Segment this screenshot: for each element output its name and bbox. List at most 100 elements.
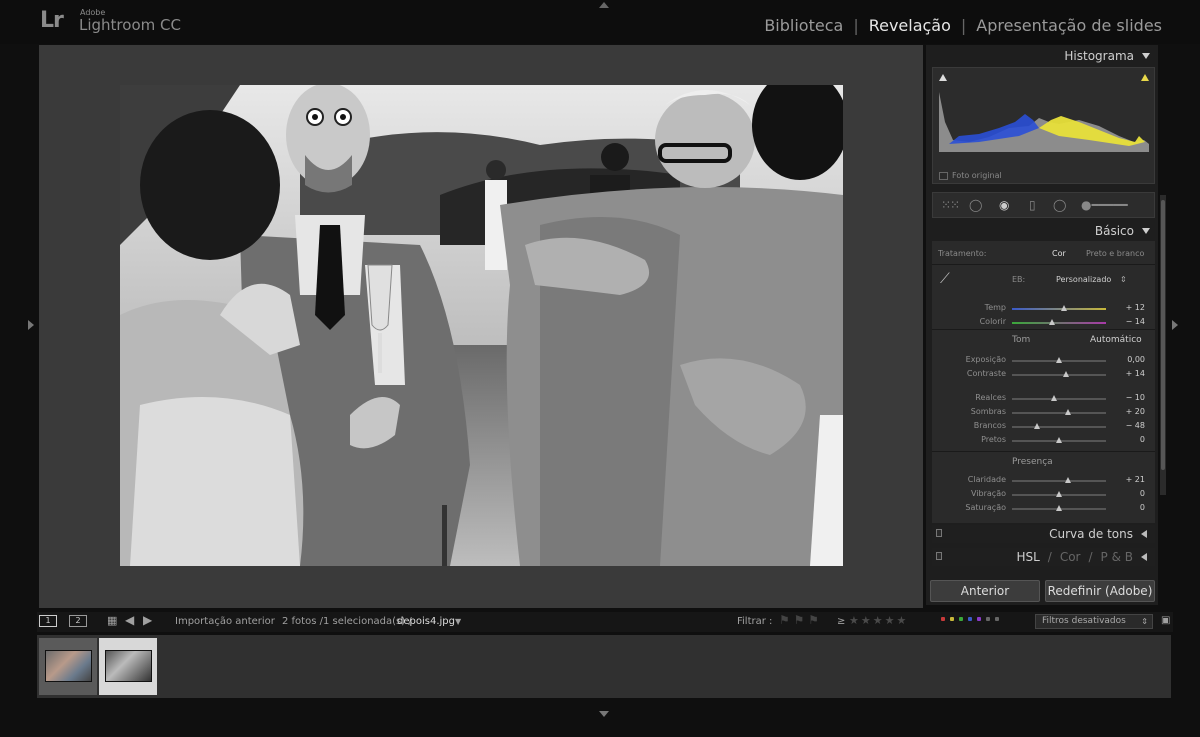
tone-auto-button[interactable]: Automático bbox=[1090, 335, 1142, 345]
slider-thumb[interactable] bbox=[1065, 477, 1072, 483]
selected-filename[interactable]: depois4.jpg bbox=[397, 616, 455, 627]
slider-track[interactable] bbox=[1012, 371, 1106, 377]
original-photo-checkbox[interactable] bbox=[939, 171, 948, 180]
slider-value[interactable]: − 48 bbox=[1105, 421, 1145, 430]
previous-photo-icon[interactable]: ◀ bbox=[125, 613, 134, 627]
panel-switch-icon[interactable] bbox=[936, 529, 942, 537]
bw-tab[interactable]: P & B bbox=[1101, 550, 1133, 564]
slider-value[interactable]: + 14 bbox=[1105, 369, 1145, 378]
filter-dropdown-icon: ⇕ bbox=[1141, 617, 1148, 626]
shadow-clipping-icon[interactable] bbox=[939, 74, 947, 81]
right-panel: Histograma Foto original ⁙⁙ ◯ ◉ ▯ ◯ ●━━━… bbox=[926, 45, 1158, 605]
red-label-icon[interactable] bbox=[941, 617, 945, 621]
slider-thumb[interactable] bbox=[1049, 319, 1056, 325]
module-slideshow[interactable]: Apresentação de slides bbox=[976, 16, 1162, 35]
filmstrip-thumbnail[interactable] bbox=[39, 638, 97, 695]
slider-value[interactable]: + 20 bbox=[1105, 407, 1145, 416]
slider-value[interactable]: − 10 bbox=[1105, 393, 1145, 402]
basic-header[interactable]: Básico bbox=[1095, 224, 1150, 238]
eyedropper-icon[interactable]: ⟋ bbox=[940, 271, 950, 287]
expand-left-panel-icon[interactable] bbox=[28, 320, 34, 330]
tone-curve-panel[interactable]: Curva de tons bbox=[932, 525, 1155, 543]
next-photo-icon[interactable]: ▶ bbox=[143, 613, 152, 627]
slider-track[interactable] bbox=[1012, 491, 1106, 497]
highlight-clipping-icon[interactable] bbox=[1141, 74, 1149, 81]
module-develop[interactable]: Revelação bbox=[869, 16, 951, 35]
flag-filter-icons[interactable]: ⚑ ⚑ ⚑ bbox=[779, 613, 819, 627]
slider-thumb[interactable] bbox=[1056, 357, 1062, 363]
slider-track[interactable] bbox=[1012, 409, 1106, 415]
slider-value[interactable]: 0 bbox=[1105, 489, 1145, 498]
slider-label: Brancos bbox=[973, 421, 1006, 430]
hsl-tab[interactable]: HSL bbox=[1016, 550, 1039, 564]
grid-view-icon[interactable]: ▦ bbox=[107, 614, 117, 627]
module-library[interactable]: Biblioteca bbox=[764, 16, 843, 35]
tool-strip: ⁙⁙ ◯ ◉ ▯ ◯ ●━━━━━ bbox=[932, 192, 1155, 218]
purple-label-icon[interactable] bbox=[977, 617, 981, 621]
color-tab[interactable]: Cor bbox=[1060, 550, 1081, 564]
wb-select[interactable]: Personalizado bbox=[1056, 275, 1111, 284]
slider-track[interactable] bbox=[1012, 319, 1106, 325]
right-panel-scroll-thumb[interactable] bbox=[1161, 200, 1165, 470]
slider-track[interactable] bbox=[1012, 505, 1106, 511]
panel-switch-icon[interactable] bbox=[936, 552, 942, 560]
other-label-icon[interactable] bbox=[995, 617, 999, 621]
treatment-bw-option[interactable]: Preto e branco bbox=[1086, 249, 1144, 258]
collapse-filmstrip-icon[interactable] bbox=[599, 711, 609, 717]
spot-removal-icon[interactable]: ◯ bbox=[969, 198, 982, 212]
slider-value[interactable]: 0 bbox=[1105, 435, 1145, 444]
edited-photo[interactable] bbox=[120, 85, 843, 566]
filename-dropdown-icon[interactable]: ▼ bbox=[455, 617, 461, 626]
collapse-right-panel-icon[interactable] bbox=[1172, 320, 1178, 330]
red-eye-icon[interactable]: ◉ bbox=[999, 198, 1009, 212]
no-label-icon[interactable] bbox=[986, 617, 990, 621]
blue-label-icon[interactable] bbox=[968, 617, 972, 621]
previous-button[interactable]: Anterior bbox=[930, 580, 1040, 602]
slider-track[interactable] bbox=[1012, 437, 1106, 443]
histogram-header[interactable]: Histograma bbox=[1064, 49, 1150, 63]
histogram-graph bbox=[939, 92, 1149, 152]
slider-track[interactable] bbox=[1012, 305, 1106, 311]
slider-value[interactable]: + 21 bbox=[1105, 475, 1145, 484]
slider-value[interactable]: 0 bbox=[1105, 503, 1145, 512]
treatment-color-option[interactable]: Cor bbox=[1052, 249, 1066, 258]
hsl-panel[interactable]: HSL / Cor / P & B bbox=[932, 548, 1155, 566]
filmstrip-source[interactable]: Importação anterior bbox=[175, 616, 275, 627]
photo-canvas[interactable] bbox=[39, 45, 923, 608]
slider-value[interactable]: 0,00 bbox=[1105, 355, 1145, 364]
slider-track[interactable] bbox=[1012, 395, 1106, 401]
slider-thumb[interactable] bbox=[1056, 491, 1062, 497]
original-photo-toggle[interactable]: Foto original bbox=[939, 171, 1002, 180]
secondary-window-button[interactable]: 2 bbox=[69, 615, 87, 627]
histogram[interactable]: Foto original bbox=[932, 67, 1155, 184]
crop-overlay-icon[interactable]: ⁙⁙ bbox=[941, 198, 960, 212]
rating-stars[interactable]: ★★★★★ bbox=[849, 614, 908, 627]
radial-filter-icon[interactable]: ◯ bbox=[1053, 198, 1066, 212]
graduated-filter-icon[interactable]: ▯ bbox=[1029, 198, 1036, 212]
slider-thumb[interactable] bbox=[1034, 423, 1041, 429]
slider-track[interactable] bbox=[1012, 477, 1106, 483]
slider-value[interactable]: + 12 bbox=[1105, 303, 1145, 312]
tab-separator: / bbox=[1047, 550, 1052, 564]
slider-thumb[interactable] bbox=[1062, 371, 1069, 377]
reset-button[interactable]: Redefinir (Adobe) bbox=[1045, 580, 1155, 602]
slider-thumb[interactable] bbox=[1051, 395, 1058, 401]
green-label-icon[interactable] bbox=[959, 617, 963, 621]
slider-thumb[interactable] bbox=[1056, 505, 1062, 511]
slider-thumb[interactable] bbox=[1060, 305, 1067, 311]
filmstrip-thumbnail-selected[interactable] bbox=[99, 638, 157, 695]
slider-value[interactable]: − 14 bbox=[1105, 317, 1145, 326]
slider-thumb[interactable] bbox=[1065, 409, 1072, 415]
slider-thumb[interactable] bbox=[1056, 437, 1062, 443]
collapse-top-panel-icon[interactable] bbox=[599, 2, 609, 8]
main-window-button[interactable]: 1 bbox=[39, 615, 57, 627]
wb-dropdown-icon[interactable]: ⇕ bbox=[1120, 275, 1127, 284]
color-label-filter[interactable] bbox=[941, 617, 999, 621]
slider-track[interactable] bbox=[1012, 357, 1106, 363]
filter-lock-icon[interactable]: ▣ bbox=[1161, 615, 1170, 626]
adjustment-brush-icon[interactable]: ●━━━━━ bbox=[1081, 198, 1128, 212]
rating-operator[interactable]: ≥ bbox=[837, 616, 845, 627]
yellow-label-icon[interactable] bbox=[950, 617, 954, 621]
filter-preset-select[interactable]: Filtros desativados ⇕ bbox=[1035, 614, 1153, 629]
slider-track[interactable] bbox=[1012, 423, 1106, 429]
